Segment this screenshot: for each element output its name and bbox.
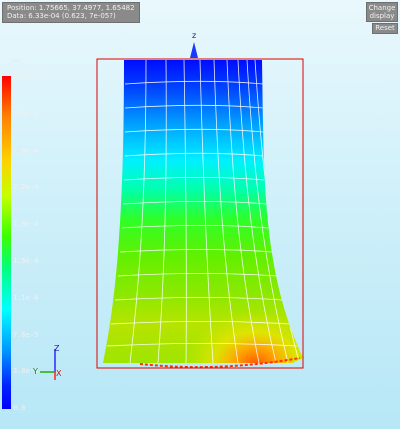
model-render: z Z Y X	[32, 31, 304, 380]
triad-y-label: Y	[32, 367, 38, 376]
3d-viewport[interactable]: Position: 1.75665, 37.4977, 1.65482 Data…	[0, 0, 400, 429]
triad-z-label: Z	[54, 344, 60, 353]
z-axis-arrow	[190, 42, 198, 58]
z-axis-label: z	[192, 31, 196, 40]
shell-surface	[103, 60, 303, 363]
axis-triad: Z Y X	[32, 344, 62, 380]
triad-x-label: X	[56, 369, 62, 378]
